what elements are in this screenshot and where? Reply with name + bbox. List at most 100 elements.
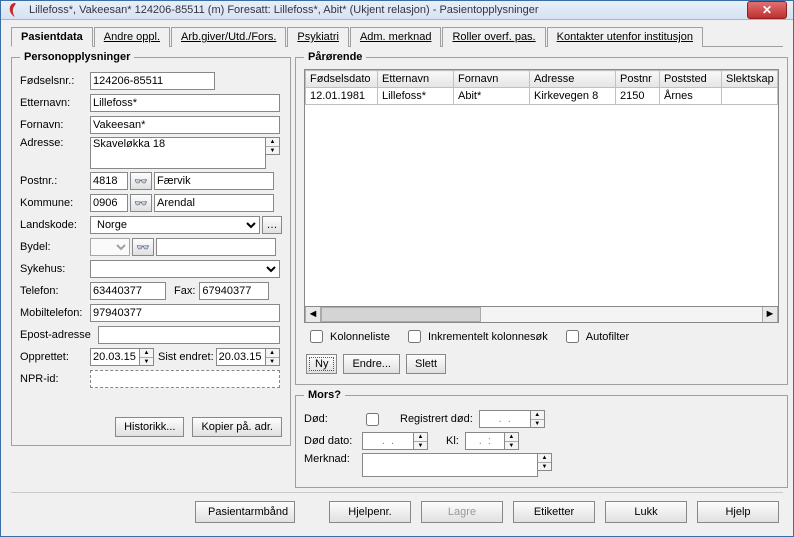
bydel-select[interactable] — [90, 238, 130, 256]
tab-kontakter[interactable]: Kontakter utenfor institusjon — [547, 27, 703, 47]
endre-button[interactable]: Endre... — [343, 354, 400, 374]
tab-psykiatri[interactable]: Psykiatri — [287, 27, 349, 47]
kopier-adr-button[interactable]: Kopier på. adr. — [192, 417, 282, 437]
titlebar: Lillefoss*, Vakeesan* 124206-85511 (m) F… — [1, 1, 793, 20]
col-adresse[interactable]: Adresse — [530, 71, 616, 88]
postnr-input[interactable] — [90, 172, 128, 190]
registrert-dato-input[interactable] — [479, 410, 531, 428]
scroll-right-icon[interactable]: ► — [762, 307, 778, 322]
close-button[interactable]: ✕ — [747, 1, 787, 19]
kl-input[interactable] — [465, 432, 505, 450]
col-fodselsdato[interactable]: Fødselsdato — [306, 71, 378, 88]
dod-check[interactable] — [366, 413, 379, 426]
label-postnr: Postnr.: — [20, 175, 90, 187]
tab-arbgiver[interactable]: Arb.giver/Utd./Fors. — [171, 27, 286, 47]
fax-input[interactable] — [199, 282, 269, 300]
sist-endret-spinner[interactable]: ▲▼ — [266, 348, 280, 366]
label-mobil: Mobiltelefon: — [20, 307, 90, 319]
label-dod-dato: Død dato: — [304, 435, 362, 447]
opprettet-input[interactable] — [90, 348, 140, 366]
window-title: Lillefoss*, Vakeesan* 124206-85511 (m) F… — [29, 4, 747, 16]
label-kl: Kl: — [446, 435, 459, 447]
label-npr: NPR-id: — [20, 373, 90, 385]
parorende-legend: Pårørende — [304, 51, 366, 63]
app-icon — [7, 2, 23, 18]
ny-button[interactable]: Ny — [306, 354, 337, 374]
kolonneliste-check[interactable]: Kolonneliste — [306, 327, 390, 346]
etiketter-button[interactable]: Etiketter — [513, 501, 595, 523]
autofilter-check[interactable]: Autofilter — [562, 327, 629, 346]
bydel-text — [156, 238, 276, 256]
poststed-input[interactable] — [154, 172, 274, 190]
horizontal-scrollbar[interactable]: ◄ ► — [304, 307, 779, 323]
parorende-group: Pårørende Fødselsdato Etternavn Fornavn … — [295, 51, 788, 385]
window: Lillefoss*, Vakeesan* 124206-85511 (m) F… — [0, 0, 794, 537]
tab-andre-oppl[interactable]: Andre oppl. — [94, 27, 170, 47]
inkrementelt-check[interactable]: Inkrementelt kolonnesøk — [404, 327, 548, 346]
label-kommune: Kommune: — [20, 197, 90, 209]
label-fornavn: Fornavn: — [20, 119, 90, 131]
hjelpenr-button[interactable]: Hjelpenr. — [329, 501, 411, 523]
label-fodselsnr: Fødselsnr.: — [20, 75, 90, 87]
kl-spinner[interactable]: ▲▼ — [505, 432, 519, 450]
tab-roller[interactable]: Roller overf. pas. — [442, 27, 545, 47]
mobil-input[interactable] — [90, 304, 280, 322]
merknad-spinner[interactable]: ▲▼ — [538, 453, 552, 471]
dod-dato-spinner[interactable]: ▲▼ — [414, 432, 428, 450]
hjelp-button[interactable]: Hjelp — [697, 501, 779, 523]
bottom-button-bar: Pasientarmbånd Hjelpenr. Lagre Etiketter… — [11, 492, 783, 529]
landskode-select[interactable]: Norge — [90, 216, 260, 234]
merknad-input[interactable] — [362, 453, 538, 477]
kommune-navn-input[interactable] — [154, 194, 274, 212]
label-merknad: Merknad: — [304, 453, 362, 465]
label-opprettet: Opprettet: — [20, 351, 90, 363]
lukk-button[interactable]: Lukk — [605, 501, 687, 523]
label-sist-endret: Sist endret: — [158, 351, 214, 363]
label-epost: Epost-adresse — [20, 329, 98, 341]
registrert-dato-spinner[interactable]: ▲▼ — [531, 410, 545, 428]
slett-button[interactable]: Slett — [406, 354, 446, 374]
adresse-spinner[interactable]: ▲▼ — [266, 137, 280, 155]
col-fornavn[interactable]: Fornavn — [454, 71, 530, 88]
table-row[interactable]: 12.01.1981 Lillefoss* Abit* Kirkevegen 8… — [306, 88, 778, 105]
personopplysninger-legend: Personopplysninger — [20, 51, 134, 63]
fodselsnr-input[interactable] — [90, 72, 215, 90]
postnr-lookup-icon[interactable]: 👓 — [130, 172, 152, 190]
personopplysninger-group: Personopplysninger Fødselsnr.: Etternavn… — [11, 51, 291, 446]
opprettet-spinner[interactable]: ▲▼ — [140, 348, 154, 366]
col-postnr[interactable]: Postnr — [616, 71, 660, 88]
scroll-left-icon[interactable]: ◄ — [305, 307, 321, 322]
fornavn-input[interactable] — [90, 116, 280, 134]
npr-input[interactable] — [90, 370, 280, 388]
col-poststed[interactable]: Poststed — [660, 71, 722, 88]
sist-endret-input[interactable] — [216, 348, 266, 366]
telefon-input[interactable] — [90, 282, 166, 300]
parorende-grid[interactable]: Fødselsdato Etternavn Fornavn Adresse Po… — [304, 69, 779, 307]
mors-group: Mors? Død: Registrert død: ▲▼ Død dato: — [295, 389, 788, 488]
label-etternavn: Etternavn: — [20, 97, 90, 109]
landskode-extra-button[interactable]: … — [262, 216, 282, 234]
label-dod: Død: — [304, 413, 362, 425]
col-slektskap[interactable]: Slektskap — [722, 71, 778, 88]
tab-pasientdata[interactable]: Pasientdata — [11, 27, 93, 47]
label-sykehus: Sykehus: — [20, 263, 90, 275]
tab-adm-merknad[interactable]: Adm. merknad — [350, 27, 442, 47]
label-registrert: Registrert død: — [400, 413, 473, 425]
dod-dato-input[interactable] — [362, 432, 414, 450]
historikk-button[interactable]: Historikk... — [115, 417, 184, 437]
label-landskode: Landskode: — [20, 219, 90, 231]
col-etternavn[interactable]: Etternavn — [378, 71, 454, 88]
kommune-lookup-icon[interactable]: 👓 — [130, 194, 152, 212]
lagre-button[interactable]: Lagre — [421, 501, 503, 523]
epost-input[interactable] — [98, 326, 280, 344]
label-bydel: Bydel: — [20, 241, 90, 253]
bydel-lookup-icon[interactable]: 👓 — [132, 238, 154, 256]
adresse-input[interactable]: Skaveløkka 18 — [90, 137, 266, 169]
pasientarmband-button[interactable]: Pasientarmbånd — [195, 501, 295, 523]
etternavn-input[interactable] — [90, 94, 280, 112]
tab-strip: Pasientdata Andre oppl. Arb.giver/Utd./F… — [11, 26, 783, 47]
sykehus-select[interactable] — [90, 260, 280, 278]
label-telefon: Telefon: — [20, 285, 90, 297]
label-adresse: Adresse: — [20, 137, 90, 149]
kommune-nr-input[interactable] — [90, 194, 128, 212]
